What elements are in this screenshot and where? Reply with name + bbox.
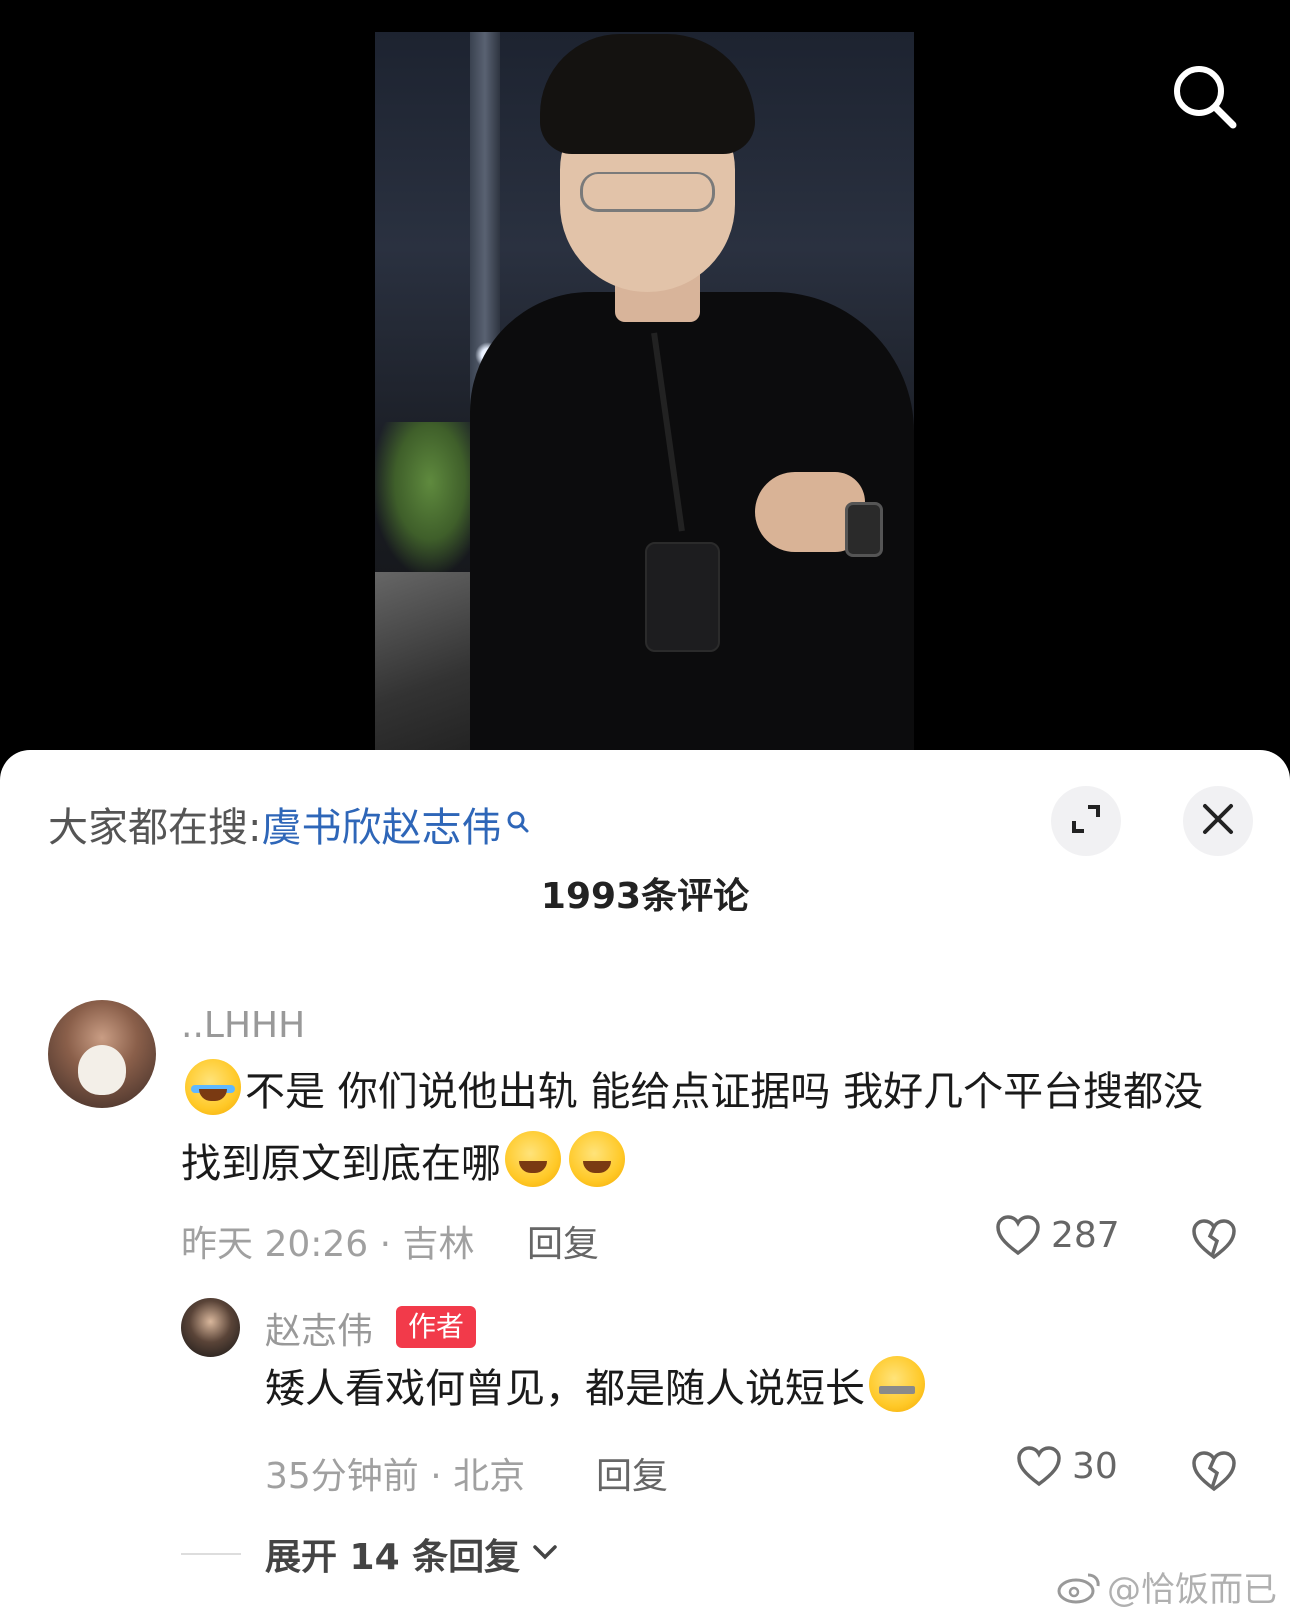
comment-body: 矮人看戏何曾见，都是随人说短长: [265, 1366, 865, 1412]
close-icon: [1201, 802, 1235, 840]
photo-watch: [845, 502, 883, 557]
grin-emoji-icon: [569, 1131, 625, 1187]
comment-meta: 35分钟前 · 北京: [265, 1456, 526, 1497]
close-button[interactable]: [1183, 786, 1253, 856]
weibo-logo-icon: [1057, 1569, 1103, 1605]
photo-person-hair: [540, 34, 755, 154]
comment-body: 不是 你们说他出轨 能给点证据吗 我好几个平台搜都没找到原文到底在哪: [181, 1069, 1204, 1187]
heart-icon: [996, 1215, 1040, 1256]
broken-heart-icon[interactable]: [1191, 1218, 1237, 1264]
expand-replies-divider: [181, 1553, 241, 1555]
comment-sheet: 大家都在搜: 虞书欣赵志伟 1993条评论 ..LHHH 不是 你们说他出轨 能…: [0, 750, 1290, 1622]
photo-person-glasses: [580, 172, 715, 212]
comment-username[interactable]: ..LHHH: [181, 1005, 305, 1046]
hot-search-link[interactable]: 虞书欣赵志伟: [261, 795, 501, 853]
comment-username[interactable]: 赵志伟: [265, 1302, 373, 1354]
avatar[interactable]: [48, 1000, 156, 1108]
expand-icon: [1069, 802, 1103, 840]
crying-emoji-icon: [185, 1059, 241, 1115]
expand-button[interactable]: [1051, 786, 1121, 856]
heart-icon: [1017, 1446, 1061, 1487]
like-button[interactable]: 30: [1016, 1445, 1118, 1487]
video-area[interactable]: [0, 0, 1290, 760]
reply-button[interactable]: 回复: [596, 1447, 668, 1499]
avatar[interactable]: [181, 1298, 240, 1357]
hot-search-bar: 大家都在搜: 虞书欣赵志伟: [48, 795, 531, 853]
chevron-down-icon: [520, 1543, 558, 1565]
mini-search-icon[interactable]: [505, 799, 531, 833]
comment-text: 不是 你们说他出轨 能给点证据吗 我好几个平台搜都没找到原文到底在哪: [181, 1056, 1241, 1200]
reply-button[interactable]: 回复: [527, 1215, 599, 1267]
video-frame-photo[interactable]: [375, 32, 914, 752]
zipper-mouth-emoji-icon: [869, 1356, 925, 1412]
search-icon[interactable]: [1170, 62, 1240, 132]
expand-replies-label: 展开 14 条回复: [265, 1537, 521, 1578]
comment-text: 矮人看戏何曾见，都是随人说短长: [265, 1353, 1165, 1425]
broken-heart-icon[interactable]: [1191, 1450, 1237, 1496]
author-badge: 作者: [396, 1306, 477, 1348]
hot-search-prefix: 大家都在搜:: [48, 805, 262, 851]
like-button[interactable]: 287: [995, 1214, 1120, 1256]
comment-count-title: 1993条评论: [540, 876, 750, 917]
like-count: 30: [1072, 1445, 1118, 1487]
watermark-text: @恰饭而已: [1107, 1570, 1277, 1610]
watermark: @恰饭而已: [1057, 1562, 1277, 1611]
expand-replies-button[interactable]: 展开 14 条回复: [181, 1528, 558, 1580]
like-count: 287: [1051, 1214, 1120, 1256]
grin-emoji-icon: [505, 1131, 561, 1187]
photo-pouch: [645, 542, 720, 652]
app-root: 大家都在搜: 虞书欣赵志伟 1993条评论 ..LHHH 不是 你们说他出轨 能…: [0, 0, 1290, 1622]
photo-street: [375, 572, 485, 752]
avatar-cat: [78, 1045, 126, 1095]
comment-meta: 昨天 20:26 · 吉林: [181, 1224, 475, 1265]
photo-trees: [375, 422, 485, 572]
